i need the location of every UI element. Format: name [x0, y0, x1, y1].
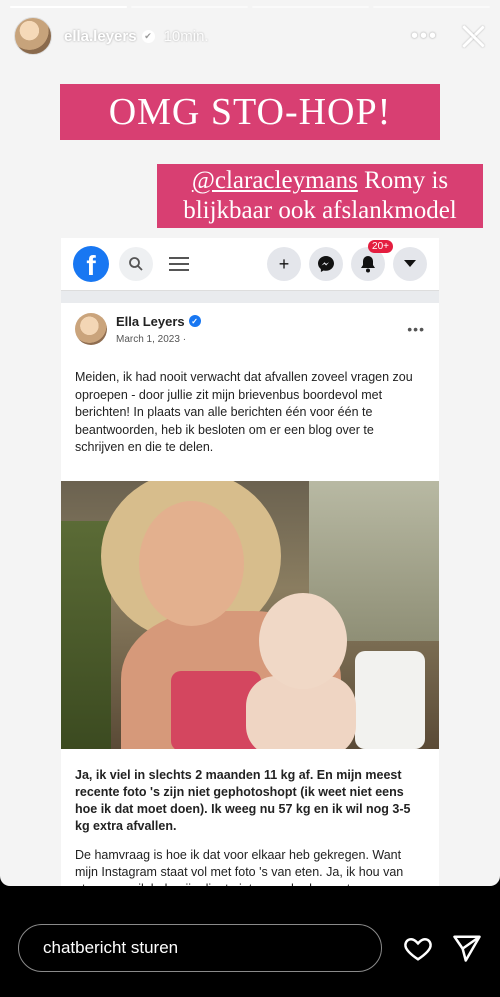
post-date: March 1, 2023 ·	[116, 333, 187, 345]
headline-sticker: OMG STO-HOP!	[60, 84, 440, 140]
post-paragraph-bold: Ja, ik viel in slechts 2 maanden 11 kg a…	[75, 767, 411, 833]
facebook-screenshot: f + 20+ Ella Leyers ✓ March 1, 2023 · ••…	[61, 238, 439, 886]
post-paragraph: De hamvraag is hoe ik dat voor elkaar he…	[75, 847, 404, 887]
mention-link[interactable]: @claracleymans	[192, 167, 358, 194]
headline-text: OMG STO-HOP!	[108, 91, 392, 133]
story-frame: ella.leyers ✔ 10min. ••• OMG STO-HOP! @c…	[0, 0, 500, 886]
progress-segment	[252, 6, 369, 8]
message-input[interactable]: chatbericht sturen	[18, 924, 382, 972]
facebook-navbar: f + 20+	[61, 238, 439, 291]
verified-icon: ✔	[141, 29, 155, 43]
profile-avatar[interactable]	[14, 17, 52, 55]
progress-segment	[131, 6, 248, 8]
post-photo	[61, 480, 439, 749]
post-author-name: Ella Leyers	[116, 313, 185, 329]
progress-segment	[10, 6, 127, 8]
post-header: Ella Leyers ✓ March 1, 2023 · •••	[61, 303, 439, 355]
post-author: Ella Leyers ✓	[116, 314, 201, 329]
divider	[61, 291, 439, 303]
post-avatar	[75, 313, 107, 345]
post-paragraph: Meiden, ik had nooit verwacht dat afvall…	[75, 370, 413, 454]
send-icon[interactable]	[452, 933, 482, 963]
mention-sticker: @claracleymans Romy is blijkbaar ook afs…	[157, 164, 483, 228]
mention-text: Romy is	[357, 167, 449, 194]
menu-icon	[169, 257, 189, 271]
story-header: ella.leyers ✔ 10min. •••	[14, 16, 486, 56]
search-icon	[119, 247, 153, 281]
message-placeholder: chatbericht sturen	[43, 938, 179, 957]
notification-badge: 20+	[368, 240, 393, 253]
heart-icon[interactable]	[403, 933, 433, 963]
navbar-actions: + 20+	[267, 240, 427, 281]
story-username[interactable]: ella.leyers	[64, 28, 137, 45]
story-progress	[10, 6, 490, 8]
close-icon[interactable]	[460, 23, 486, 49]
progress-segment	[373, 6, 490, 8]
facebook-logo-letter: f	[86, 250, 96, 281]
verified-badge-icon: ✓	[188, 315, 201, 327]
chevron-down-icon	[393, 247, 427, 281]
messenger-icon	[309, 247, 343, 281]
sticker-line2: blijkbaar ook afslankmodel	[183, 197, 457, 224]
more-options-icon[interactable]: •••	[411, 25, 438, 48]
bell-icon: 20+	[351, 240, 393, 281]
story-time: 10min.	[163, 27, 209, 45]
facebook-logo-icon: f	[73, 246, 109, 282]
post-more-icon: •••	[407, 321, 425, 337]
plus-icon: +	[267, 247, 301, 281]
post-meta: Ella Leyers ✓ March 1, 2023 ·	[116, 314, 201, 345]
